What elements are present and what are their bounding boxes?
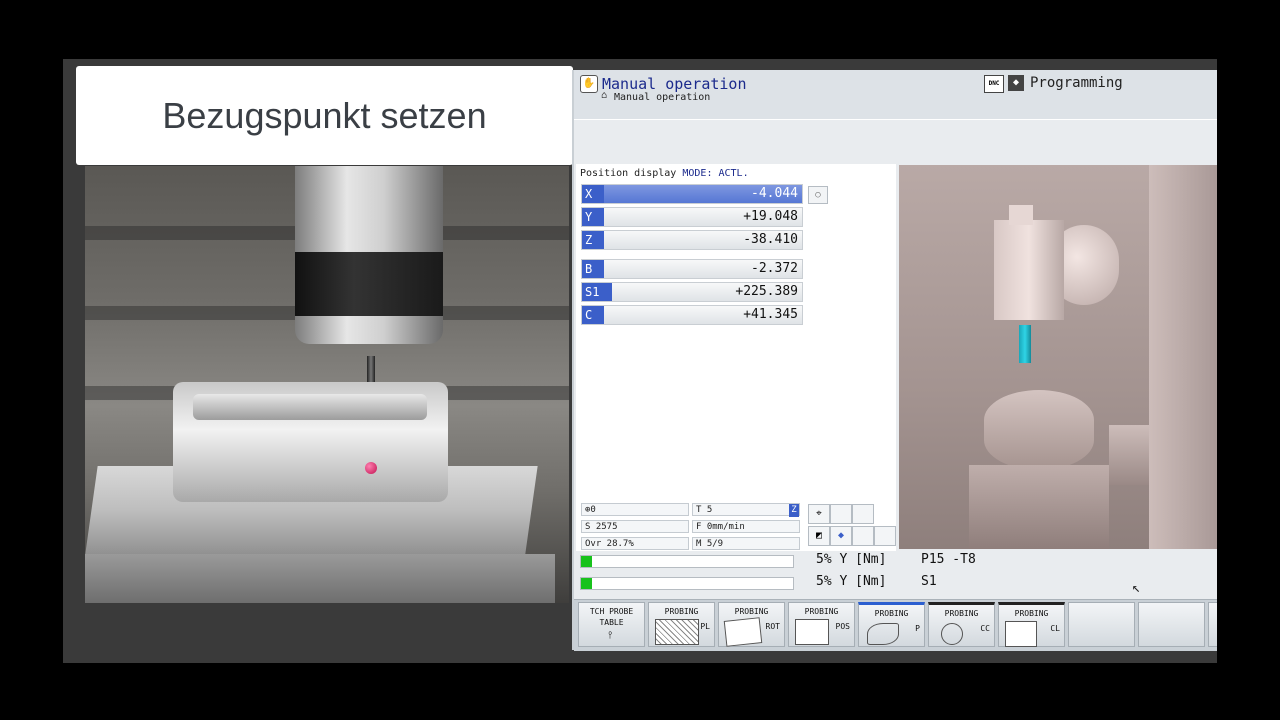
position-mode[interactable]: MODE: ACTL.: [682, 168, 748, 179]
tool-axis: Z: [789, 504, 799, 517]
override-status: Ovr 28.7%: [581, 537, 689, 550]
fixture-icon[interactable]: ◩: [808, 526, 830, 546]
position-display-panel: Position display MODE: ACTL. X -4.044 ○ …: [576, 164, 896, 556]
axis-row-s1[interactable]: S1 +225.389: [581, 282, 803, 302]
rotation-icon: [723, 617, 763, 647]
probe-status: ⊕0: [581, 503, 689, 516]
tool-status: T 5Z: [692, 503, 800, 517]
machine-3d-view[interactable]: [899, 165, 1217, 549]
softkey-empty[interactable]: [1208, 602, 1217, 647]
programming-mode-label[interactable]: Programming: [1030, 75, 1123, 91]
load-bar-row: 5% Y [Nm] S1: [576, 573, 1217, 593]
blank-button[interactable]: [852, 504, 874, 524]
axis-name: Z: [582, 231, 604, 249]
position-display-label: Position display MODE: ACTL.: [580, 168, 749, 179]
blank-button[interactable]: [874, 526, 896, 546]
probe-ball: [365, 462, 377, 474]
softkey-label: TABLE: [599, 618, 624, 627]
circle-center-icon: [941, 623, 963, 645]
dnc-badge: DNC: [984, 75, 1004, 93]
axis-value: +41.345: [743, 307, 798, 322]
softkey-label: PROBING: [874, 609, 909, 618]
softkey-label: PROBING: [804, 607, 839, 616]
load-text: 5% Y [Nm]: [816, 552, 887, 567]
axis-name: B: [582, 260, 604, 278]
softkey-bar: TCH PROBE TABLE ⫯ PROBING PL PROBING ROT…: [574, 599, 1217, 651]
center-line-icon: [1005, 621, 1037, 647]
axis-value: +19.048: [743, 209, 798, 224]
softkey-probing-p[interactable]: PROBING P: [858, 602, 925, 647]
softkey-empty[interactable]: [1138, 602, 1205, 647]
probe-icon: ⫯: [608, 630, 613, 641]
m-code-status: M 5/9: [692, 537, 800, 550]
rotary-table: [984, 390, 1094, 470]
load-extra: P15 -T8: [921, 552, 976, 567]
load-extra: S1: [921, 574, 937, 589]
softkey-label: TCH PROBE: [589, 607, 634, 616]
softkey-label: P: [915, 624, 920, 633]
softkey-probing-pl[interactable]: PROBING PL: [648, 602, 715, 647]
axis-value: -38.410: [743, 232, 798, 247]
axis-row-z[interactable]: Z -38.410: [581, 230, 803, 250]
subheader: [574, 119, 1217, 165]
home-icon: ⌂: [601, 90, 608, 101]
blank-button[interactable]: [830, 504, 852, 524]
cnc-screen: ✋ Manual operation ⌂ Manual operation DN…: [572, 70, 1217, 651]
header-bar: ✋ Manual operation ⌂ Manual operation DN…: [574, 70, 1217, 119]
plane-icon: [655, 619, 699, 645]
axis-name: X: [582, 185, 604, 203]
title-text: Bezugspunkt setzen: [162, 94, 487, 136]
softkey-tch-probe-table[interactable]: TCH PROBE TABLE ⫯: [578, 602, 645, 647]
axis-row-b[interactable]: B -2.372: [581, 259, 803, 279]
mouse-cursor-icon: ↖: [1132, 580, 1141, 596]
softkey-label: ROT: [765, 622, 780, 631]
softkey-label: PROBING: [944, 609, 979, 618]
axis-value: -2.372: [751, 261, 798, 276]
spindle-head: [994, 220, 1064, 320]
video-frame: Bezugspunkt setzen ✋ Manual operation ⌂ …: [63, 59, 1217, 663]
softkey-empty[interactable]: [1068, 602, 1135, 647]
softkey-label: CL: [1050, 624, 1060, 633]
softkey-label: PROBING: [1014, 609, 1049, 618]
axis-row-x[interactable]: X -4.044: [581, 184, 803, 204]
camera-video: [85, 166, 569, 603]
softkey-label: PROBING: [734, 607, 769, 616]
axis-value: -4.044: [751, 186, 798, 201]
softkey-label: PROBING: [664, 607, 699, 616]
softkey-probing-pos[interactable]: PROBING POS: [788, 602, 855, 647]
axis-name: Y: [582, 208, 604, 226]
mode-title: Manual operation: [602, 75, 747, 93]
axis-value: +225.389: [735, 284, 798, 299]
tool-table-icon[interactable]: ⌖: [808, 504, 830, 524]
load-bar: [580, 577, 794, 590]
load-bar: [580, 555, 794, 568]
blank-button[interactable]: [852, 526, 874, 546]
softkey-label: POS: [835, 622, 850, 631]
axis-row-y[interactable]: Y +19.048: [581, 207, 803, 227]
softkey-probing-cl[interactable]: PROBING CL: [998, 602, 1065, 647]
programming-icon[interactable]: ◆: [1008, 75, 1024, 91]
mode-subtitle: Manual operation: [614, 92, 711, 103]
title-card: Bezugspunkt setzen: [76, 66, 573, 165]
axis-name: C: [582, 306, 604, 324]
softkey-probing-rot[interactable]: PROBING ROT: [718, 602, 785, 647]
softkey-label: PL: [700, 622, 710, 631]
hand-icon[interactable]: ✋: [580, 75, 598, 93]
softkey-label: CC: [980, 624, 990, 633]
load-bar-row: 5% Y [Nm] P15 -T8: [576, 551, 1217, 571]
load-text: 5% Y [Nm]: [816, 574, 887, 589]
position-icon: [795, 619, 829, 645]
spindle-status: S 2575: [581, 520, 689, 533]
axis-row-c[interactable]: C +41.345: [581, 305, 803, 325]
probe-tool: [1019, 325, 1031, 363]
point-icon: [867, 623, 899, 645]
reset-icon[interactable]: ○: [808, 186, 828, 204]
probe-icon[interactable]: ◆: [830, 526, 852, 546]
feed-status: F 0mm/min: [692, 520, 800, 533]
softkey-probing-cc[interactable]: PROBING CC: [928, 602, 995, 647]
axis-name: S1: [582, 283, 612, 301]
